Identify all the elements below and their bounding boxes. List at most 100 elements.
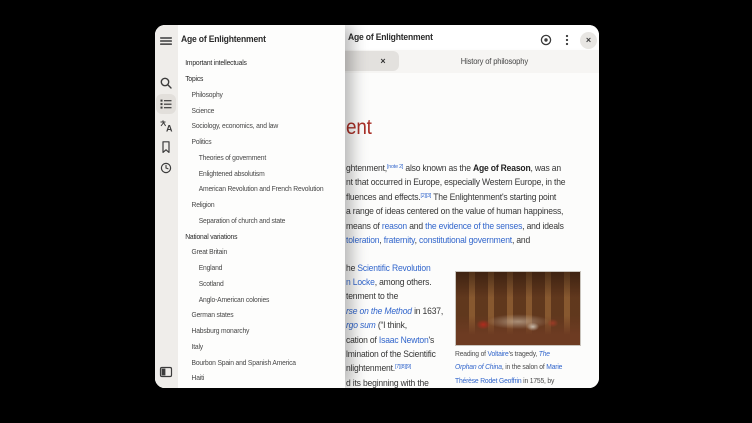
tab-close-icon[interactable]: × <box>373 51 393 71</box>
text-line: rgo sum (“I think, <box>346 319 407 333</box>
text-span: , and <box>512 235 530 246</box>
text-span: 's tragedy, <box>509 349 539 358</box>
toc-list: Important intellectualsTopicsPhilosophyS… <box>178 25 345 388</box>
reference-sup[interactable]: [2][3] <box>421 193 432 199</box>
toc-item-american-revolution-and-french-revolution[interactable]: American Revolution and French Revolutio… <box>178 181 328 197</box>
text-line: nlightenment.[7][8][9] <box>346 362 411 377</box>
toc-item-anglo-american-colonies[interactable]: Anglo-American colonies <box>178 292 328 308</box>
toc-item-religion[interactable]: Religion <box>178 197 328 213</box>
history-clock-icon[interactable] <box>159 161 173 175</box>
wiki-link[interactable]: Orphan of China <box>455 362 502 371</box>
toc-item-sociology-economics-and-law[interactable]: Sociology, economics, and law <box>178 118 328 134</box>
toc-item-science[interactable]: Science <box>178 103 328 119</box>
wiki-link[interactable]: rgo sum <box>346 320 376 331</box>
text-span: he <box>346 263 357 274</box>
wiki-link[interactable]: Marie <box>546 362 562 371</box>
text-span: lmination of the Scientific <box>346 349 436 360</box>
text-line: cation of Isaac Newton's <box>346 334 434 348</box>
toc-item-enlightened-absolutism[interactable]: Enlightened absolutism <box>178 166 328 182</box>
text-line: a range of ideas centered on the value o… <box>346 205 563 219</box>
text-span: 's <box>429 335 435 346</box>
toc-item-national-variations[interactable]: National variations <box>178 229 328 245</box>
toc-item-haiti[interactable]: Haiti <box>178 370 328 386</box>
toc-item-separation-of-church-and-state[interactable]: Separation of church and state <box>178 213 328 229</box>
text-line: Reading of Voltaire's tragedy, The <box>455 347 550 360</box>
toc-item-scotland[interactable]: Scotland <box>178 276 328 292</box>
text-span: and <box>407 221 425 232</box>
toc-item-theories-of-government[interactable]: Theories of government <box>178 150 328 166</box>
text-line: rse on the Method in 1637, <box>346 305 443 319</box>
tab-label: History of philosophy <box>460 56 527 66</box>
toc-list-icon[interactable] <box>159 97 173 111</box>
text-span: , was an <box>531 163 561 174</box>
text-line: ghtenment,[note 2] also known as the Age… <box>346 162 561 177</box>
text-line: nt that occurred in Europe, especially W… <box>346 176 565 190</box>
toc-item-italy[interactable]: Italy <box>178 339 328 355</box>
text-span: d its beginning with the <box>346 378 429 388</box>
icon-rail: A <box>155 25 178 388</box>
wiki-link[interactable]: the evidence of the senses <box>425 221 522 232</box>
wiki-link[interactable]: n Locke <box>346 277 375 288</box>
text-span: fluences and effects. <box>346 192 421 203</box>
text-span: nlightenment. <box>346 363 395 374</box>
reference-sup[interactable]: [7][8][9] <box>395 364 411 370</box>
text-span: tenment to the <box>346 291 398 302</box>
text-span: Reading of <box>455 349 488 358</box>
wiki-link[interactable]: Isaac Newton <box>379 335 429 346</box>
wiki-link[interactable]: Thérèse Rodet Geoffrin <box>455 376 521 385</box>
wiki-link[interactable]: Voltaire <box>488 349 509 358</box>
toc-item-england[interactable]: England <box>178 260 328 276</box>
article-heading: ent <box>346 116 372 140</box>
text-span: , among others. <box>375 277 432 288</box>
text-line: Anicet Charles Gabriel Lemonnier, <box>455 387 552 388</box>
text-line: tenment to the <box>346 290 398 304</box>
wiki-link[interactable]: Scientific Revolution <box>357 263 430 274</box>
eye-icon[interactable] <box>539 33 553 47</box>
toc-item-important-intellectuals[interactable]: Important intellectuals <box>178 55 328 71</box>
painting-thumbnail[interactable] <box>455 271 581 346</box>
text-span: Age of Reason <box>473 163 531 174</box>
toc-item-topics[interactable]: Topics <box>178 71 328 87</box>
text-line: fluences and effects.[2][3] The Enlighte… <box>346 191 556 206</box>
text-line: toleration, fraternity, constitutional g… <box>346 234 530 248</box>
toc-sidebar-overlay: A Age <box>155 25 345 388</box>
toc-item-politics[interactable]: Politics <box>178 134 328 150</box>
reference-sup[interactable]: [note 2] <box>387 164 403 170</box>
translate-icon[interactable]: A <box>159 119 173 133</box>
text-span: , in the salon of <box>502 362 546 371</box>
toc-item-german-states[interactable]: German states <box>178 307 328 323</box>
wiki-link[interactable]: The <box>539 349 550 358</box>
text-line: he Scientific Revolution <box>346 262 431 276</box>
wiki-link[interactable]: constitutional government <box>419 235 512 246</box>
bookmark-icon[interactable] <box>159 140 173 154</box>
wiki-link[interactable]: rse on the Method <box>346 306 412 317</box>
wiki-link[interactable]: toleration <box>346 235 379 246</box>
screen: Age of Enlightenment × × History of phil… <box>0 0 752 423</box>
text-span: means of <box>346 221 382 232</box>
article-figure <box>455 271 583 346</box>
toc-item-habsburg-monarchy[interactable]: Habsburg monarchy <box>178 323 328 339</box>
text-line: d its beginning with the <box>346 377 429 388</box>
kebab-menu-icon[interactable] <box>560 33 574 47</box>
toc-item-bourbon-spain-and-spanish-america[interactable]: Bourbon Spain and Spanish America <box>178 355 328 371</box>
search-icon[interactable] <box>159 76 173 90</box>
toc-item-philosophy[interactable]: Philosophy <box>178 87 328 103</box>
text-span: in 1755, by <box>521 376 554 385</box>
text-line: Orphan of China, in the salon of Marie <box>455 360 562 373</box>
text-span: cation of <box>346 335 379 346</box>
toc-item-great-britain[interactable]: Great Britain <box>178 244 328 260</box>
hamburger-menu-icon[interactable] <box>159 34 173 48</box>
close-icon[interactable]: × <box>580 32 597 49</box>
wiki-link[interactable]: fraternity <box>384 235 415 246</box>
wiki-link[interactable]: reason <box>382 221 407 232</box>
text-span: The Enlightenment's starting point <box>431 192 556 203</box>
text-span: a range of ideas centered on the value o… <box>346 206 563 217</box>
text-line: lmination of the Scientific <box>346 348 436 362</box>
toc-panel: Age of Enlightenment Important intellect… <box>178 25 345 388</box>
text-span: in 1637, <box>412 306 443 317</box>
dual-pane-icon[interactable] <box>159 365 173 379</box>
text-span: nt that occurred in Europe, especially W… <box>346 177 565 188</box>
tab-history-of-philosophy[interactable]: History of philosophy <box>399 51 589 71</box>
window-title: Age of Enlightenment <box>348 32 433 43</box>
text-line: means of reason and the evidence of the … <box>346 220 564 234</box>
